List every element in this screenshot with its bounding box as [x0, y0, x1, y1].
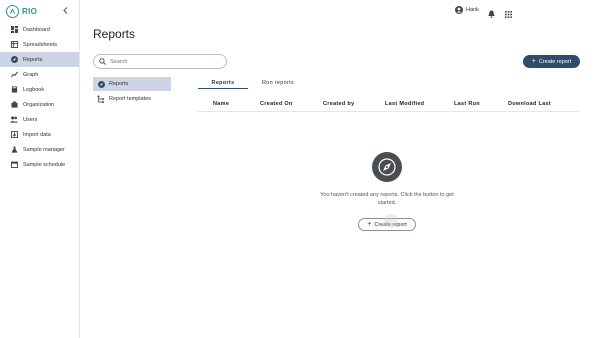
sidebar-item-users[interactable]: Users — [0, 112, 79, 127]
user-menu[interactable]: Hank — [455, 4, 479, 15]
page-title: Reports — [93, 27, 136, 41]
column-header-name[interactable]: Name — [213, 101, 229, 107]
sidebar-item-label: Sample manager — [23, 146, 65, 153]
column-header-download-last[interactable]: Download Last — [508, 101, 551, 107]
dashboard-icon — [10, 26, 18, 34]
calendar-icon — [10, 161, 18, 169]
sidebar-item-sample-manager[interactable]: Sample manager — [0, 142, 79, 157]
plus-icon: + — [367, 221, 372, 228]
notifications-button[interactable] — [488, 5, 496, 18]
search-box[interactable] — [93, 54, 227, 69]
user-name: Hank — [466, 6, 479, 13]
sidebar-item-sample-schedule[interactable]: Sample schedule — [0, 157, 79, 172]
reports-subnav: Reports Report templates — [93, 77, 171, 107]
empty-state-compass-icon — [372, 152, 402, 182]
apps-button[interactable] — [505, 5, 513, 18]
apps-grid-icon — [505, 11, 512, 18]
column-header-created-on[interactable]: Created On — [260, 101, 293, 107]
sidebar-nav: Dashboard Spreadsheets Reports Graph Log… — [0, 22, 79, 172]
sidebar-item-dashboard[interactable]: Dashboard — [0, 22, 79, 37]
logo-icon — [6, 4, 19, 18]
tab-run-reports[interactable]: Run reports — [253, 77, 303, 89]
users-icon — [10, 116, 18, 124]
sidebar-item-logbook[interactable]: Logbook — [0, 82, 79, 97]
column-header-created-by[interactable]: Created by — [323, 101, 354, 107]
compass-icon — [97, 80, 105, 88]
sidebar-item-label: Organization — [23, 101, 55, 108]
account-icon — [455, 5, 463, 14]
subnav-item-label: Report templates — [109, 96, 151, 102]
sidebar-item-label: Import data — [23, 131, 51, 138]
sidebar-item-label: Reports — [23, 56, 43, 63]
tab-reports[interactable]: Reports — [198, 77, 248, 89]
subnav-item-report-templates[interactable]: Report templates — [93, 92, 171, 106]
create-report-button[interactable]: + Create report — [523, 55, 580, 68]
subnav-item-label: Reports — [109, 81, 129, 87]
app-logo[interactable]: RIO — [6, 4, 37, 18]
sidebar-item-spreadsheets[interactable]: Spreadsheets — [0, 37, 79, 52]
sidebar: RIO Dashboard Spreadsheets Reports Graph… — [0, 0, 80, 338]
sidebar-item-reports[interactable]: Reports — [0, 52, 79, 67]
organization-icon — [10, 101, 18, 109]
sidebar-item-label: Logbook — [23, 86, 45, 93]
column-header-last-run[interactable]: Last Run — [454, 101, 480, 107]
column-header-last-modified[interactable]: Last Modified — [385, 101, 424, 107]
search-icon — [99, 58, 106, 65]
subnav-item-reports[interactable]: Reports — [93, 77, 171, 91]
spreadsheet-icon — [10, 41, 18, 49]
sidebar-item-graph[interactable]: Graph — [0, 67, 79, 82]
sidebar-item-label: Spreadsheets — [23, 41, 57, 48]
sidebar-item-label: Users — [23, 116, 38, 123]
sidebar-item-label: Dashboard — [23, 26, 50, 33]
sidebar-item-label: Sample schedule — [23, 161, 66, 168]
sidebar-item-organization[interactable]: Organization — [0, 97, 79, 112]
bell-icon — [488, 10, 495, 18]
empty-state-message: You haven't created any reports. Click t… — [320, 192, 454, 206]
logo-text: RIO — [22, 6, 38, 16]
click-ripple — [384, 214, 398, 228]
plus-icon: + — [531, 58, 536, 65]
report-tabs: Reports Run reports — [198, 77, 580, 89]
import-icon — [10, 131, 18, 139]
template-tree-icon — [97, 95, 105, 103]
topbar — [80, 0, 600, 20]
chevron-left-icon — [62, 6, 67, 14]
book-icon — [10, 86, 18, 94]
reports-table-header: Name Created On Created by Last Modified… — [198, 99, 580, 112]
flask-icon — [10, 146, 18, 154]
collapse-sidebar-button[interactable] — [61, 5, 69, 15]
compass-icon — [10, 56, 18, 64]
sidebar-item-label: Graph — [23, 71, 39, 78]
graph-icon — [10, 71, 18, 79]
search-input[interactable] — [110, 58, 210, 65]
sidebar-item-import-data[interactable]: Import data — [0, 127, 79, 142]
create-report-label: Create report — [538, 58, 572, 65]
